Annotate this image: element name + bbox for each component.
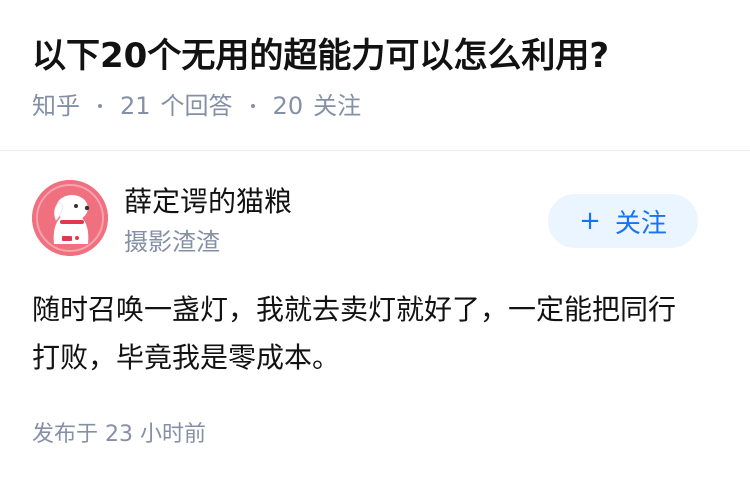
published-time: 发布于 23 小时前 — [32, 422, 206, 447]
question-title[interactable]: 以下20个无用的超能力可以怎么利用? — [32, 30, 730, 82]
followers-count: 20 — [272, 92, 304, 120]
source-label[interactable]: 知乎 — [32, 88, 80, 124]
avatar[interactable] — [32, 180, 108, 256]
answers-count: 21 — [120, 92, 151, 120]
author-row: 薛定谔的猫粮 摄影渣渣 + 关注 — [32, 180, 718, 268]
follow-button[interactable]: + 关注 — [548, 194, 698, 248]
follow-button-label: 关注 — [614, 208, 667, 239]
answer-card: 薛定谔的猫粮 摄影渣渣 + 关注 随时召唤一盏灯，我就去卖灯就好了，一定能把同行… — [32, 180, 718, 382]
answers-label[interactable]: 个回答 — [161, 88, 233, 124]
answer-content[interactable]: 随时召唤一盏灯，我就去卖灯就好了，一定能把同行打败，毕竟我是零成本。 — [32, 286, 702, 382]
question-meta: 知乎 21 个回答 20 关注 — [32, 88, 730, 124]
section-divider — [0, 150, 750, 151]
cartoon-dog-avatar-icon — [32, 180, 108, 256]
separator-dot — [98, 104, 102, 108]
author-name[interactable]: 薛定谔的猫粮 — [124, 182, 292, 222]
separator-dot — [250, 104, 255, 108]
question-header: 以下20个无用的超能力可以怎么利用? 知乎 21 个回答 20 关注 — [32, 30, 730, 124]
plus-icon: + — [579, 206, 601, 236]
followers-label[interactable]: 关注 — [313, 88, 361, 124]
author-bio: 摄影渣渣 — [124, 228, 220, 256]
